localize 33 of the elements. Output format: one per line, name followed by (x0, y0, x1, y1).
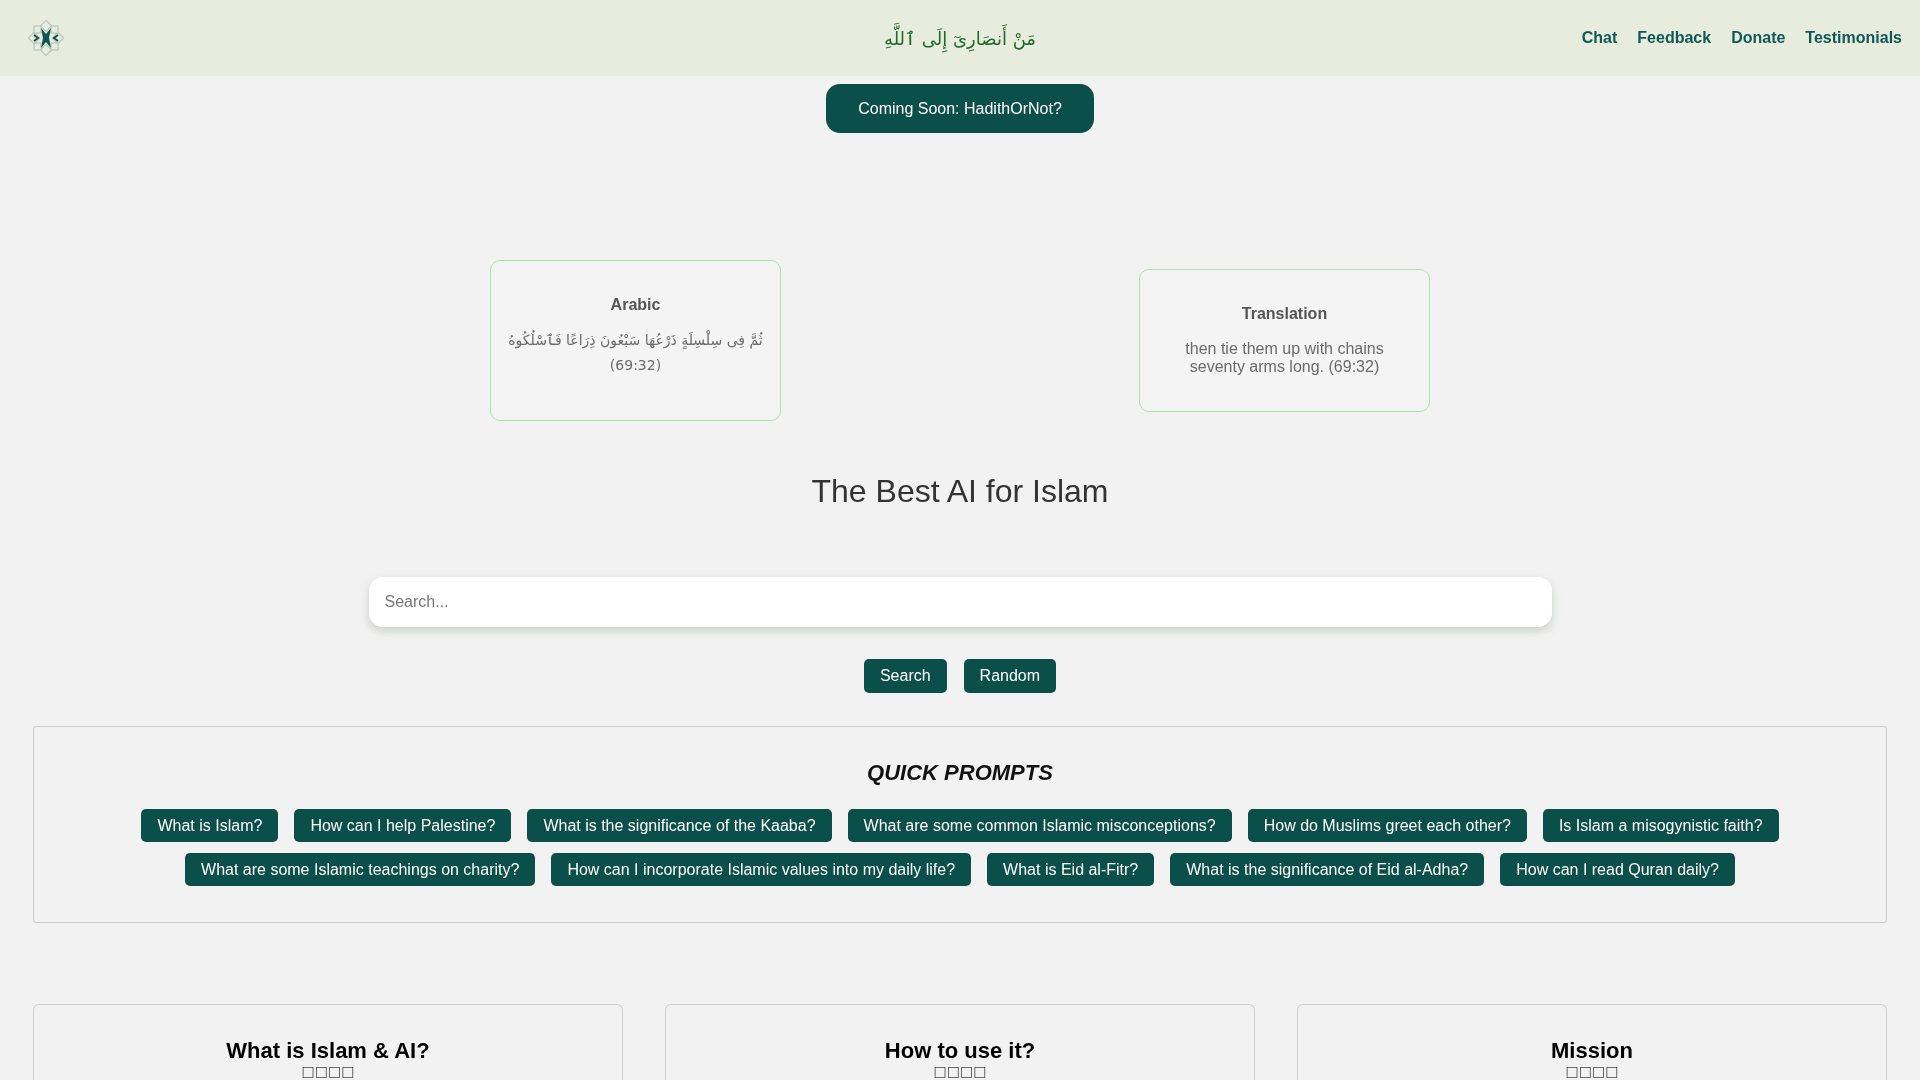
arabic-verse-text: ثُمَّ فِى سِلْسِلَةٍ ذَرْعُهَا سَبْعُونَ ذِرَاعًا فَٱسْلُكُوهُ (69:32) (507, 329, 764, 375)
prompt-chip[interactable]: What are some common Islamic misconceptions? (847, 809, 1232, 842)
glyph-boxes-text: □□□□ (933, 1063, 987, 1079)
action-button[interactable]: Random (963, 659, 1057, 693)
translation-text: then tie them up with chains seventy arms long. (69:32) (1184, 340, 1385, 376)
glyph-boxes-text: □□□□ (301, 1063, 355, 1079)
prompt-chip[interactable]: What is Islam? (141, 809, 279, 842)
verse-card-title: Translation (1241, 304, 1328, 324)
page-heading: The Best AI for Islam (811, 473, 1109, 509)
action-button[interactable]: Search (863, 659, 947, 693)
star-logo-icon[interactable] (28, 20, 64, 56)
info-card-title: How to use it? (884, 1039, 1036, 1063)
prompt-chip[interactable]: What are some Islamic teachings on charity? (185, 853, 536, 886)
quick-prompts-title: QUICK PROMPTS (867, 760, 1053, 786)
announcement-button[interactable]: Coming Soon: HadithOrNot? (826, 84, 1094, 133)
nav-link[interactable]: Testimonials (1805, 26, 1902, 50)
prompt-chip[interactable]: What is Eid al-Fitr? (987, 853, 1155, 886)
arabic-title: مَنْ أَنصَارِىٓ إِلَى ٱللَّهِ (884, 24, 1036, 52)
prompt-chip[interactable]: What is the significance of Eid al-Adha? (1170, 853, 1485, 886)
glyph-boxes-text: □□□□ (1565, 1063, 1619, 1079)
verse-card-title: Arabic (610, 295, 661, 315)
info-card-title: What is Islam & AI? (226, 1039, 430, 1063)
info-card-title: Mission (1551, 1039, 1633, 1063)
nav-link[interactable]: Chat (1581, 26, 1618, 50)
prompt-chip[interactable]: What is the significance of the Kaaba? (527, 809, 832, 842)
prompt-chip[interactable]: How can I help Palestine? (294, 809, 512, 842)
prompt-chip[interactable]: How do Muslims greet each other? (1247, 809, 1527, 842)
prompt-chip[interactable]: How can I read Quran daily? (1500, 853, 1735, 886)
nav-link[interactable]: Feedback (1637, 26, 1712, 50)
prompt-chip[interactable]: How can I incorporate Islamic values into my daily life? (551, 853, 972, 886)
nav-link[interactable]: Donate (1731, 26, 1786, 50)
prompt-chip[interactable]: Is Islam a misogynistic faith? (1542, 809, 1779, 842)
search-field[interactable]: Search... (368, 577, 1552, 627)
